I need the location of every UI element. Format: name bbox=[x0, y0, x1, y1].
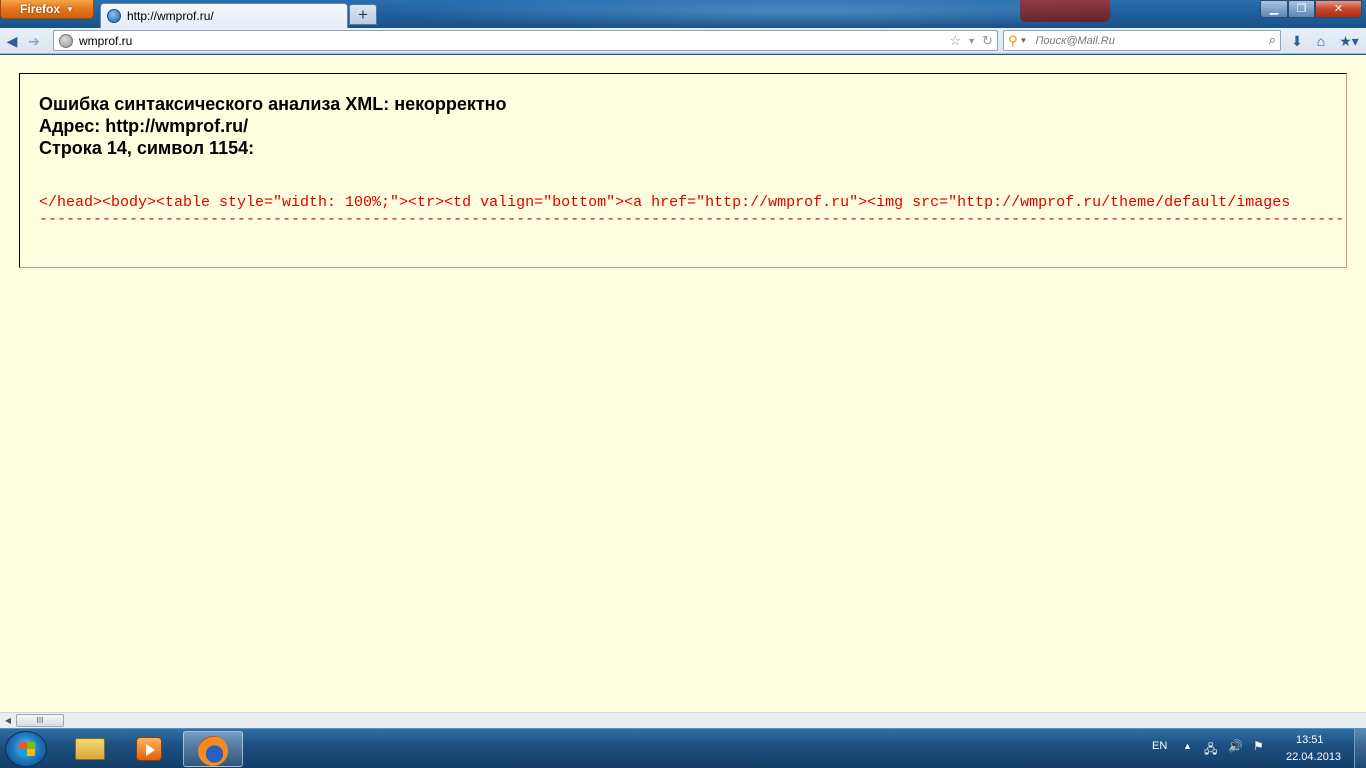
start-button[interactable] bbox=[5, 731, 47, 767]
folder-icon bbox=[75, 738, 105, 760]
downloads-button[interactable]: ⬇ bbox=[1287, 32, 1307, 50]
network-icon[interactable]: 🖧 bbox=[1204, 740, 1217, 761]
windows-taskbar: EN ▲ 🖧 🔊 ⚑ 13:51 22.04.2013 bbox=[0, 728, 1366, 768]
close-button[interactable]: ✕ bbox=[1315, 0, 1362, 18]
site-identity-icon[interactable] bbox=[59, 33, 73, 48]
show-desktop-button[interactable] bbox=[1354, 729, 1366, 768]
new-tab-button[interactable]: + bbox=[349, 4, 377, 25]
xml-error-box: Ошибка синтаксического анализа XML: неко… bbox=[19, 73, 1347, 268]
scroll-left-button[interactable]: ◀ bbox=[2, 714, 14, 727]
error-title: Ошибка синтаксического анализа XML: неко… bbox=[39, 94, 507, 114]
tab-title: http://wmprof.ru/ bbox=[127, 9, 214, 23]
taskbar-explorer[interactable] bbox=[62, 731, 118, 767]
tab-wmprof[interactable]: http://wmprof.ru/ bbox=[100, 3, 348, 28]
bookmarks-icon: ★▾ bbox=[1339, 33, 1359, 49]
horizontal-scrollbar[interactable]: ◀ III bbox=[0, 712, 1366, 728]
firefox-menu-button[interactable]: Firefox ▼ bbox=[0, 0, 94, 19]
star-icon[interactable]: ☆ bbox=[950, 33, 962, 49]
windows-logo-icon-lower bbox=[19, 749, 35, 756]
close-icon: ✕ bbox=[1333, 3, 1344, 15]
minimize-button[interactable]: ▁ bbox=[1260, 0, 1288, 18]
search-bar[interactable]: ⚲ ▼ ⌕ bbox=[1003, 30, 1281, 51]
download-arrow-icon: ⬇ bbox=[1291, 33, 1303, 49]
history-dropdown-icon[interactable]: ▼ bbox=[967, 36, 976, 46]
error-marker-line: ----------------------------------------… bbox=[39, 211, 1347, 228]
clock-date[interactable]: 22.04.2013 bbox=[1286, 751, 1341, 763]
media-player-icon bbox=[136, 737, 162, 761]
scrollbar-grip: III bbox=[36, 716, 44, 725]
maximize-button[interactable]: ❐ bbox=[1288, 0, 1315, 18]
clock-time[interactable]: 13:51 bbox=[1296, 734, 1324, 746]
titlebar-glow bbox=[380, 0, 1080, 28]
language-indicator[interactable]: EN bbox=[1152, 740, 1167, 752]
reload-icon[interactable]: ↻ bbox=[982, 33, 993, 49]
taskbar-media-player[interactable] bbox=[121, 731, 177, 767]
mail-ru-search-icon[interactable]: ⚲ bbox=[1008, 33, 1018, 49]
action-center-flag-icon[interactable]: ⚑ bbox=[1253, 739, 1264, 753]
minimize-icon: ▁ bbox=[1269, 3, 1279, 15]
restore-icon: ❐ bbox=[1296, 3, 1307, 15]
address-bar-tools: ☆ ▼ ↻ bbox=[950, 31, 993, 50]
globe-icon bbox=[107, 9, 121, 23]
show-hidden-icons-icon[interactable]: ▲ bbox=[1183, 741, 1192, 751]
firefox-menu-label: Firefox bbox=[20, 2, 61, 16]
back-arrow-icon: ◀ bbox=[6, 33, 18, 49]
volume-icon[interactable]: 🔊 bbox=[1228, 739, 1243, 753]
home-button[interactable]: ⌂ bbox=[1311, 32, 1331, 50]
home-icon: ⌂ bbox=[1316, 33, 1326, 49]
forward-button[interactable]: ➔ bbox=[24, 32, 44, 50]
scrollbar-thumb[interactable]: III bbox=[16, 714, 64, 727]
bookmarks-button[interactable]: ★▾ bbox=[1336, 32, 1362, 50]
chevron-down-icon: ▼ bbox=[66, 4, 74, 14]
chevron-down-icon[interactable]: ▼ bbox=[1020, 36, 1028, 45]
error-location: Строка 14, символ 1154: bbox=[39, 138, 255, 158]
address-bar[interactable]: wmprof.ru ☆ ▼ ↻ bbox=[53, 30, 998, 51]
navigation-toolbar: ◀ ➔ wmprof.ru ☆ ▼ ↻ ⚲ ▼ ⌕ ⬇ ⌂ ★▾ bbox=[0, 28, 1366, 54]
magnifier-icon[interactable]: ⌕ bbox=[1269, 32, 1276, 48]
error-heading: Ошибка синтаксического анализа XML: неко… bbox=[39, 93, 507, 159]
search-input[interactable] bbox=[1035, 34, 1256, 47]
error-source-text: </head><body><table style="width: 100%;"… bbox=[39, 194, 1291, 211]
background-window-edge bbox=[1020, 0, 1110, 22]
page-content: Ошибка синтаксического анализа XML: неко… bbox=[0, 55, 1366, 712]
error-address: Адрес: http://wmprof.ru/ bbox=[39, 116, 249, 136]
firefox-icon bbox=[198, 736, 228, 766]
taskbar-firefox[interactable] bbox=[183, 731, 243, 767]
address-text[interactable]: wmprof.ru bbox=[79, 34, 132, 48]
forward-arrow-icon: ➔ bbox=[28, 33, 40, 49]
back-button[interactable]: ◀ bbox=[2, 32, 22, 50]
chevron-left-icon: ◀ bbox=[4, 716, 12, 725]
